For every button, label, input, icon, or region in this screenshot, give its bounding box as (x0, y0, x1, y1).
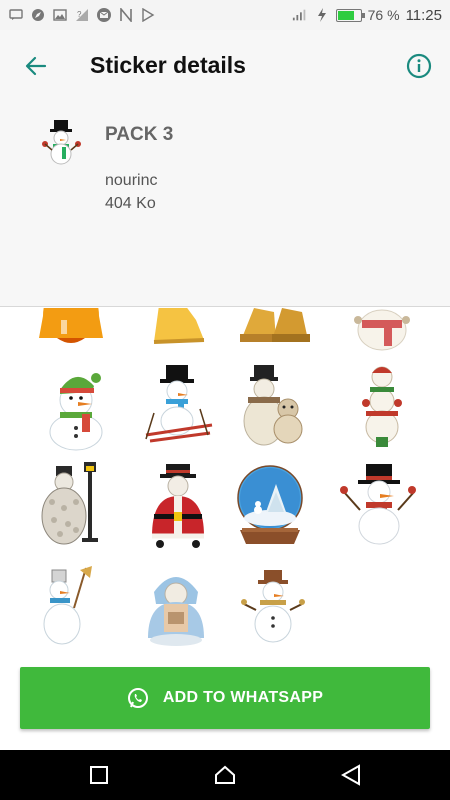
status-system: 76 % 11:25 (292, 7, 442, 24)
sticker-grid (0, 308, 450, 658)
arrow-left-icon (25, 56, 47, 76)
home-icon (215, 765, 235, 784)
email-icon (96, 7, 112, 23)
signal-icon (292, 7, 308, 23)
pack-header: PACK 3 nourinc 404 Ko (0, 102, 450, 307)
triangle-back-icon (341, 764, 360, 786)
clock: 11:25 (405, 6, 442, 24)
snowman-with-bear-sticker[interactable] (236, 363, 312, 449)
snowman-broom-sticker[interactable] (38, 564, 114, 650)
snowman-skiing-sticker[interactable] (140, 363, 216, 449)
snowman-stacked-sticker[interactable] (344, 363, 420, 449)
image-icon (52, 7, 68, 23)
status-bar: ? 76 % 11:25 (0, 0, 450, 30)
gold-bell-sticker[interactable] (140, 308, 216, 354)
n-icon (118, 7, 134, 23)
charging-icon (314, 7, 330, 23)
navigation-bar (0, 750, 450, 800)
pack-name: PACK 3 (105, 124, 174, 145)
info-icon (406, 53, 432, 79)
add-button-label: ADD TO WHATSAPP (162, 689, 324, 706)
info-button[interactable] (405, 52, 433, 80)
whatsapp-icon (127, 688, 148, 708)
double-bells-sticker[interactable] (236, 308, 312, 354)
app-bar: Sticker details (0, 30, 450, 102)
snowman-santa-coat-sticker[interactable] (140, 462, 216, 548)
message-icon (8, 7, 24, 23)
back-nav-button[interactable] (338, 762, 364, 788)
square-icon (90, 766, 108, 784)
pack-tray-icon (40, 118, 84, 166)
snowman-brown-hat-sticker[interactable] (236, 564, 312, 650)
home-button[interactable] (212, 762, 238, 788)
page-title: Sticker details (90, 52, 246, 78)
svg-text:?: ? (77, 10, 82, 19)
add-to-whatsapp-button[interactable]: ADD TO WHATSAPP (20, 667, 430, 729)
status-notifications: ? (8, 7, 156, 23)
recents-button[interactable] (86, 762, 112, 788)
signal-question-icon: ? (74, 7, 90, 23)
pack-author: nourinc (105, 172, 158, 189)
snowman-green-hat-sticker[interactable] (36, 366, 112, 452)
battery-fill (337, 10, 355, 20)
snowman-blue-hood-sticker[interactable] (138, 564, 214, 650)
battery-icon (335, 8, 365, 22)
pack-size: 404 Ko (105, 195, 156, 212)
battery-percent: 76 % (367, 7, 400, 23)
snowman-waving-sticker[interactable] (340, 462, 416, 548)
play-store-icon (140, 7, 156, 23)
snowman-lamp-post-sticker[interactable] (36, 462, 112, 548)
snowman-scarf-partial-sticker[interactable] (344, 308, 420, 354)
snow-globe-sticker[interactable] (232, 462, 308, 548)
compass-icon (30, 7, 46, 23)
orange-bell-sticker[interactable] (33, 308, 109, 354)
back-button[interactable] (22, 52, 50, 80)
